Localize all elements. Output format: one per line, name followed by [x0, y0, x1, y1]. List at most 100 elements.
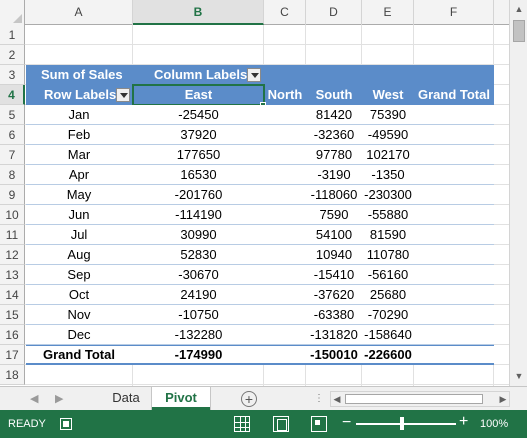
pivot-cell-south[interactable]: -118060: [306, 185, 362, 205]
pivot-cell-label[interactable]: Apr: [25, 165, 133, 185]
pivot-cell-label[interactable]: Aug: [25, 245, 133, 265]
column-header-a[interactable]: A: [25, 0, 133, 25]
pivot-cell-south[interactable]: -3190: [306, 165, 362, 185]
pivot-cell-west[interactable]: -230300: [362, 185, 414, 205]
pivot-cell-total[interactable]: [414, 125, 494, 145]
row-header-15[interactable]: 15: [0, 305, 25, 325]
column-header-b[interactable]: B: [133, 0, 264, 25]
select-all-corner[interactable]: [0, 0, 25, 25]
pivot-cell-south[interactable]: -131820: [306, 325, 362, 345]
pivot-cell-west[interactable]: 81590: [362, 225, 414, 245]
pivot-cell-east[interactable]: -10750: [133, 305, 264, 325]
row-header-1[interactable]: 1: [0, 25, 25, 45]
zoom-slider[interactable]: [356, 423, 456, 425]
pivot-cell-north[interactable]: [264, 245, 306, 265]
row-header-7[interactable]: 7: [0, 145, 25, 165]
selected-cell-b4[interactable]: [132, 84, 265, 106]
page-layout-view-button[interactable]: [273, 416, 289, 432]
column-header-d[interactable]: D: [306, 0, 362, 25]
pivot-cell-south[interactable]: -37620: [306, 285, 362, 305]
horizontal-scrollbar[interactable]: ◀ ▶: [330, 391, 510, 407]
pivot-cell-north[interactable]: [264, 185, 306, 205]
pivot-cell-total[interactable]: [414, 285, 494, 305]
pivot-cell-south[interactable]: 97780: [306, 145, 362, 165]
row-labels-filter-icon[interactable]: [116, 88, 130, 102]
pivot-cell-total[interactable]: [414, 245, 494, 265]
pivot-cell-south[interactable]: 7590: [306, 205, 362, 225]
grand-total-total[interactable]: [414, 345, 494, 365]
pivot-cell-east[interactable]: -132280: [133, 325, 264, 345]
pivot-cell-label[interactable]: Sep: [25, 265, 133, 285]
pivot-cell-total[interactable]: [414, 205, 494, 225]
prev-sheet-icon[interactable]: ◀: [30, 387, 38, 411]
row-header-3[interactable]: 3: [0, 65, 25, 85]
vertical-scrollbar[interactable]: ▲ ▼: [509, 0, 527, 386]
row-header-4[interactable]: 4: [0, 85, 25, 105]
sheet-tab-pivot[interactable]: Pivot: [152, 387, 210, 410]
row-header-11[interactable]: 11: [0, 225, 25, 245]
pivot-header-north[interactable]: North: [264, 85, 306, 105]
pivot-cell-north[interactable]: [264, 105, 306, 125]
pivot-cell-east[interactable]: 24190: [133, 285, 264, 305]
pivot-cell-total[interactable]: [414, 265, 494, 285]
scroll-left-icon[interactable]: ◀: [331, 392, 343, 406]
pivot-cell-east[interactable]: -201760: [133, 185, 264, 205]
pivot-cell-north[interactable]: [264, 205, 306, 225]
worksheet-grid[interactable]: ABCDEF 1 2 3 4 5 6 7 8 9 10 11 12 13 14 15 16 17 18 Sum o…: [0, 0, 527, 386]
pivot-cell-total[interactable]: [414, 145, 494, 165]
tab-split-handle[interactable]: ⋮: [314, 393, 324, 404]
sheet-tab-data[interactable]: Data: [103, 387, 149, 410]
pivot-cell-label[interactable]: May: [25, 185, 133, 205]
pivot-cell-total[interactable]: [414, 325, 494, 345]
pivot-cell-west[interactable]: 75390: [362, 105, 414, 125]
grand-total-west[interactable]: -226600: [362, 345, 414, 365]
pivot-cell-west[interactable]: -158640: [362, 325, 414, 345]
pivot-cell-east[interactable]: 52830: [133, 245, 264, 265]
row-header-14[interactable]: 14: [0, 285, 25, 305]
row-header-2[interactable]: 2: [0, 45, 25, 65]
grand-total-label[interactable]: Grand Total: [25, 345, 133, 365]
pivot-header-west[interactable]: West: [362, 85, 414, 105]
grand-total-south[interactable]: -150010: [306, 345, 362, 365]
pivot-cell-north[interactable]: [264, 125, 306, 145]
scroll-right-icon[interactable]: ▶: [497, 392, 509, 406]
pivot-cell-label[interactable]: Jun: [25, 205, 133, 225]
column-header-f[interactable]: F: [414, 0, 494, 25]
pivot-cell-total[interactable]: [414, 165, 494, 185]
pivot-cell-south[interactable]: -15410: [306, 265, 362, 285]
pivot-header-grand-total[interactable]: Grand Total: [414, 85, 494, 105]
column-labels-filter-icon[interactable]: [247, 68, 261, 82]
pivot-cell-north[interactable]: [264, 285, 306, 305]
pivot-cell-west[interactable]: 110780: [362, 245, 414, 265]
pivot-cell-label[interactable]: Oct: [25, 285, 133, 305]
pivot-cell-north[interactable]: [264, 225, 306, 245]
column-header-c[interactable]: C: [264, 0, 306, 25]
row-header-13[interactable]: 13: [0, 265, 25, 285]
macro-recording-icon[interactable]: [60, 418, 72, 430]
row-header-17[interactable]: 17: [0, 345, 25, 365]
pivot-cell-label[interactable]: Mar: [25, 145, 133, 165]
pivot-cell-east[interactable]: 37920: [133, 125, 264, 145]
row-header-12[interactable]: 12: [0, 245, 25, 265]
pivot-cell-south[interactable]: -63380: [306, 305, 362, 325]
pivot-cell-north[interactable]: [264, 325, 306, 345]
pivot-cell-south[interactable]: 81420: [306, 105, 362, 125]
pivot-cell-east[interactable]: 16530: [133, 165, 264, 185]
row-header-9[interactable]: 9: [0, 185, 25, 205]
pivot-cell-west[interactable]: -70290: [362, 305, 414, 325]
pivot-cell-east[interactable]: 30990: [133, 225, 264, 245]
zoom-out-button[interactable]: −: [342, 414, 351, 432]
scroll-up-icon[interactable]: ▲: [511, 1, 527, 17]
grand-total-north[interactable]: [264, 345, 306, 365]
zoom-slider-thumb[interactable]: [400, 417, 404, 430]
pivot-cell-south[interactable]: 54100: [306, 225, 362, 245]
pivot-cell-east[interactable]: -25450: [133, 105, 264, 125]
next-sheet-icon[interactable]: ▶: [55, 387, 63, 411]
pivot-cell-east[interactable]: 177650: [133, 145, 264, 165]
row-header-8[interactable]: 8: [0, 165, 25, 185]
pivot-cell-east[interactable]: -30670: [133, 265, 264, 285]
scroll-down-icon[interactable]: ▼: [511, 368, 527, 384]
grand-total-east[interactable]: -174990: [133, 345, 264, 365]
pivot-header-south[interactable]: South: [306, 85, 362, 105]
column-header-e[interactable]: E: [362, 0, 414, 25]
